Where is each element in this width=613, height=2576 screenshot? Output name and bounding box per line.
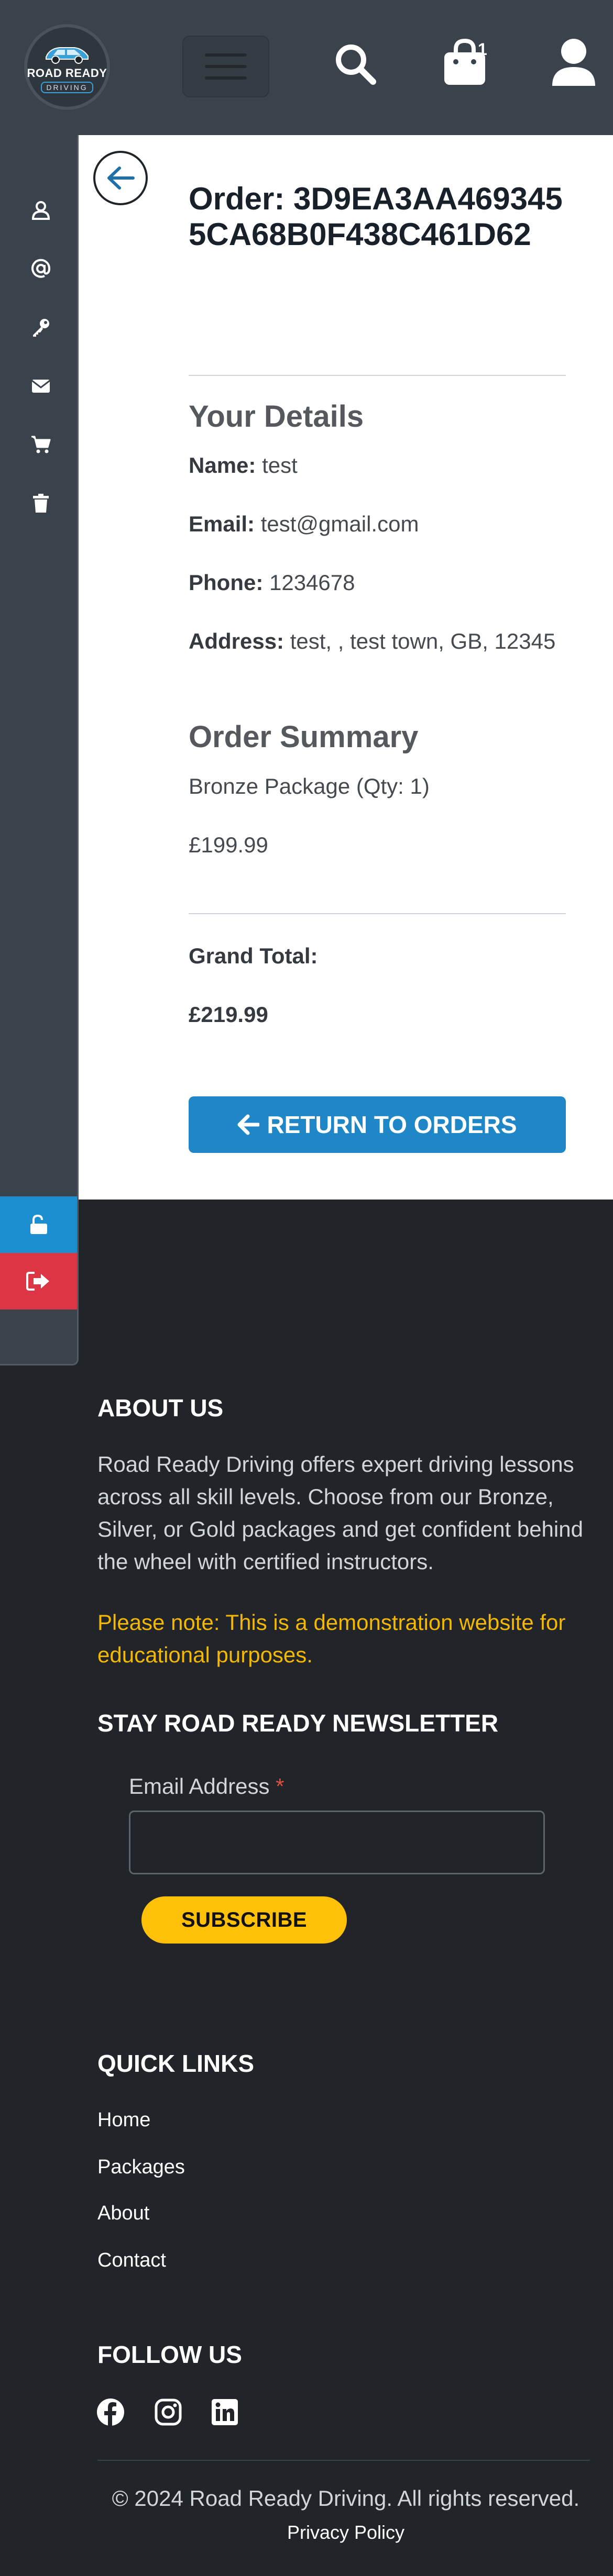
- order-item-price: £199.99: [189, 832, 268, 857]
- phone-value: 1234678: [269, 570, 355, 595]
- demo-note: Please note: This is a demonstration web…: [97, 1610, 566, 1667]
- footer-divider: [97, 2460, 590, 2461]
- customer-phone: Phone: 1234678: [189, 567, 566, 599]
- menu-icon-bar: [205, 53, 247, 57]
- shopping-cart-icon[interactable]: [31, 435, 51, 454]
- instagram-icon[interactable]: [154, 2398, 182, 2426]
- about-heading: ABOUT US: [97, 1394, 224, 1422]
- copyright-text: © 2024 Road Ready Driving. All rights re…: [112, 2486, 580, 2511]
- divider: [189, 375, 566, 376]
- menu-toggle-button[interactable]: [182, 36, 269, 97]
- top-navbar: ROAD READY DRIVING 1: [0, 0, 613, 135]
- email-label: Email:: [189, 512, 255, 536]
- logout-button[interactable]: [0, 1253, 77, 1309]
- required-mark: *: [276, 1774, 284, 1798]
- order-item: Bronze Package (Qty: 1): [189, 774, 430, 798]
- arrow-left-icon: [107, 166, 135, 190]
- customer-email: Email: test@gmail.com: [189, 508, 566, 540]
- summary-heading: Order Summary: [189, 720, 419, 754]
- unlock-icon: [30, 1214, 47, 1234]
- quick-link-about[interactable]: About: [97, 2202, 149, 2225]
- quick-link-contact[interactable]: Contact: [97, 2249, 166, 2272]
- facebook-icon[interactable]: [96, 2398, 125, 2426]
- email-label-text: Email Address: [129, 1774, 270, 1798]
- address-value: test, , test town, GB, 12345: [290, 629, 556, 653]
- grand-total-value: £219.99: [189, 1002, 268, 1027]
- email-address-label: Email Address *: [129, 1774, 284, 1799]
- logo-text-top: ROAD READY: [27, 66, 107, 80]
- about-text: Road Ready Driving offers expert driving…: [97, 1452, 583, 1574]
- name-value: test: [262, 453, 298, 478]
- order-detail-panel: Order: 3D9EA3AA4693455CA68B0F438C461D62 …: [79, 135, 613, 1200]
- back-button[interactable]: [93, 151, 148, 205]
- return-button-label: RETURN TO ORDERS: [267, 1111, 517, 1138]
- quick-links-heading: QUICK LINKS: [97, 2050, 254, 2077]
- quick-link-home[interactable]: Home: [97, 2109, 150, 2131]
- user-icon[interactable]: [551, 38, 596, 86]
- menu-icon-bar: [205, 65, 247, 68]
- trash-icon[interactable]: [31, 493, 51, 513]
- linkedin-icon[interactable]: [211, 2398, 239, 2426]
- newsletter-heading: STAY ROAD READY NEWSLETTER: [97, 1709, 499, 1737]
- name-label: Name:: [189, 453, 256, 478]
- details-heading: Your Details: [189, 399, 364, 434]
- arrow-left-icon: [237, 1114, 260, 1135]
- quick-link-packages[interactable]: Packages: [97, 2156, 185, 2179]
- logo-text-bottom: DRIVING: [41, 81, 93, 93]
- phone-label: Phone:: [189, 570, 264, 595]
- search-icon[interactable]: [333, 42, 377, 86]
- divider: [189, 913, 566, 914]
- grand-total-label: Grand Total:: [189, 943, 318, 968]
- user-icon[interactable]: [31, 200, 51, 220]
- key-icon[interactable]: [31, 317, 51, 337]
- brand-logo[interactable]: ROAD READY DRIVING: [24, 24, 110, 110]
- return-to-orders-button[interactable]: RETURN TO ORDERS: [189, 1096, 566, 1153]
- order-title: Order: 3D9EA3AA4693455CA68B0F438C461D62: [189, 181, 563, 252]
- subscribe-button[interactable]: SUBSCRIBE: [141, 1896, 347, 1944]
- address-label: Address:: [189, 629, 284, 653]
- customer-name: Name: test: [189, 449, 566, 482]
- menu-icon-bar: [205, 76, 247, 80]
- at-sign-icon[interactable]: [31, 259, 51, 279]
- cart-count-badge: 1: [478, 40, 487, 59]
- car-icon: [46, 47, 89, 64]
- email-value: test@gmail.com: [260, 512, 419, 536]
- newsletter-email-input[interactable]: [129, 1811, 545, 1874]
- envelope-icon[interactable]: [31, 376, 51, 396]
- follow-heading: FOLLOW US: [97, 2341, 242, 2368]
- account-sidebar: [0, 135, 79, 1365]
- privacy-policy-link[interactable]: Privacy Policy: [0, 2522, 613, 2544]
- customer-address: Address: test, , test town, GB, 12345: [189, 625, 566, 658]
- sign-out-icon: [26, 1272, 49, 1291]
- unlock-button[interactable]: [0, 1196, 77, 1253]
